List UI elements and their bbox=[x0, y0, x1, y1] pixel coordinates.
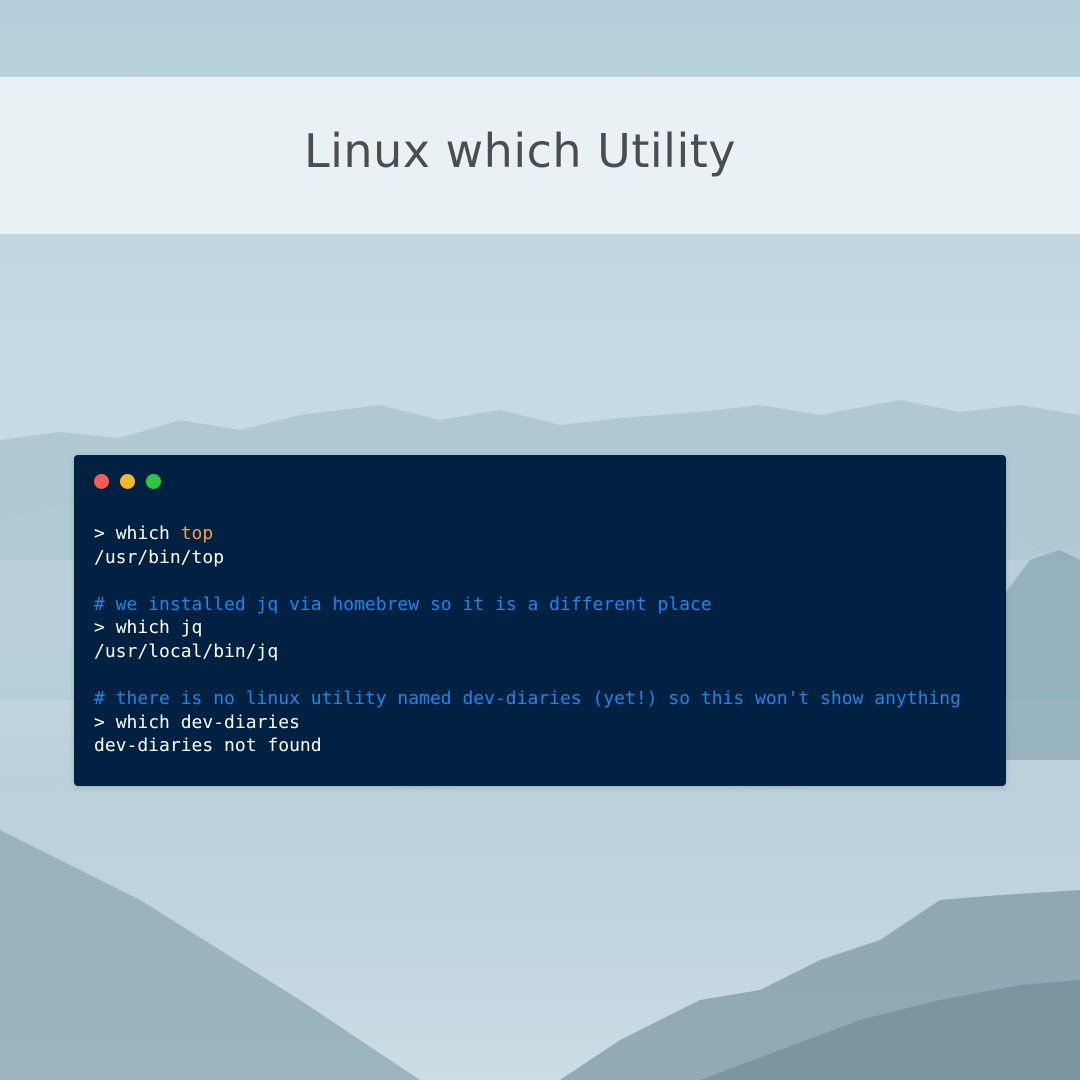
command-line: > which jq bbox=[94, 616, 961, 640]
prompt-symbol: > bbox=[94, 617, 116, 639]
close-dot-icon[interactable] bbox=[94, 474, 109, 489]
command-line: > which dev-diaries bbox=[94, 711, 961, 735]
command-argument: top bbox=[180, 523, 214, 544]
output-line: /usr/local/bin/jq bbox=[94, 640, 279, 662]
output-line: dev-diaries not found bbox=[94, 735, 322, 757]
command-text: which jq bbox=[115, 617, 203, 639]
comment-line: # there is no linux utility named dev-di… bbox=[94, 688, 961, 710]
output-line: /usr/bin/top bbox=[94, 546, 225, 568]
comment-line: # we installed jq via homebrew so it is … bbox=[94, 593, 712, 615]
page-title: Linux which Utility bbox=[304, 124, 736, 178]
terminal-window: > which top/usr/bin/top # we installed jq… bbox=[74, 455, 1006, 786]
prompt-symbol: > bbox=[94, 711, 116, 733]
prompt-symbol: > bbox=[94, 523, 116, 544]
minimize-dot-icon[interactable] bbox=[120, 474, 135, 489]
maximize-dot-icon[interactable] bbox=[146, 474, 161, 489]
command-line: > which top bbox=[94, 522, 961, 546]
command-text: which bbox=[115, 523, 181, 544]
terminal-content: > which top/usr/bin/top # we installed jq… bbox=[94, 522, 961, 758]
command-text: which dev-diaries bbox=[115, 711, 300, 733]
